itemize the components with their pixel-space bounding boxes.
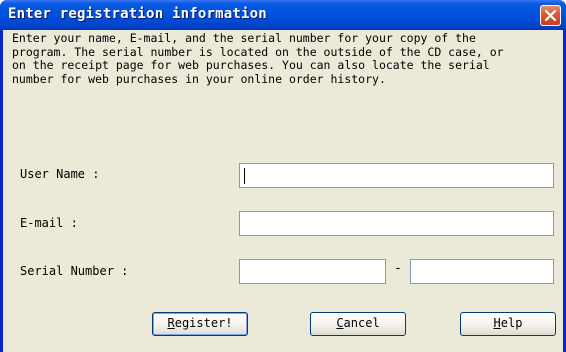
user-name-input[interactable]: [239, 163, 554, 188]
cancel-label: ancel: [343, 316, 380, 330]
help-mnemonic: H: [493, 316, 501, 330]
serial-number-part1-input[interactable]: [239, 259, 386, 284]
email-input[interactable]: [239, 211, 554, 236]
email-label: E-mail :: [20, 216, 78, 230]
cancel-button[interactable]: Cancel: [310, 312, 406, 336]
registration-dialog: Enter registration information Enter you…: [0, 0, 566, 352]
close-button[interactable]: [540, 5, 561, 26]
serial-separator: -: [394, 261, 402, 276]
dialog-title: Enter registration information: [8, 6, 267, 22]
help-label: elp: [500, 316, 523, 330]
instructions-text: Enter your name, E-mail, and the serial …: [12, 31, 504, 86]
title-bar[interactable]: Enter registration information: [0, 0, 566, 30]
serial-number-part2-input[interactable]: [410, 259, 554, 284]
register-button[interactable]: Register!: [152, 312, 248, 336]
register-mnemonic: R: [167, 316, 175, 330]
register-label: egister!: [174, 316, 233, 330]
text-caret: [244, 168, 245, 184]
cancel-mnemonic: C: [336, 316, 344, 330]
user-name-label: User Name :: [20, 167, 100, 181]
help-button[interactable]: Help: [460, 312, 556, 336]
close-icon: [545, 10, 556, 21]
serial-number-label: Serial Number :: [20, 264, 129, 278]
